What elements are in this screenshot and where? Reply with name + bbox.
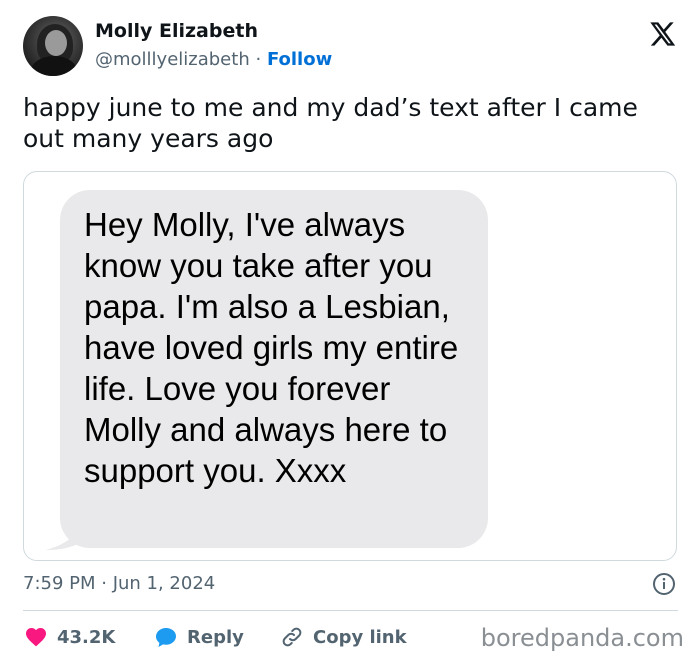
copy-link-button[interactable]: Copy link xyxy=(279,620,407,654)
heart-icon xyxy=(26,628,46,647)
action-bar: 43.2K Reply Copy link xyxy=(23,620,483,654)
author-handle[interactable]: @molllyelizabeth xyxy=(95,49,250,70)
reply-bubble-icon xyxy=(156,628,176,647)
like-count: 43.2K xyxy=(57,626,116,648)
avatar[interactable] xyxy=(23,16,83,76)
like-button[interactable]: 43.2K xyxy=(23,620,115,654)
follow-link[interactable]: Follow xyxy=(267,49,332,70)
author-handle-row: @molllyelizabeth · Follow xyxy=(95,49,332,70)
reply-button[interactable]: Reply xyxy=(153,620,244,654)
tweet-text: happy june to me and my dad’s text after… xyxy=(23,93,638,153)
reply-label: Reply xyxy=(187,626,244,648)
tweet-media[interactable]: Hey Molly, I've always know you take aft… xyxy=(23,171,677,561)
link-icon xyxy=(282,627,302,647)
message-bubble: Hey Molly, I've always know you take aft… xyxy=(60,190,488,548)
divider xyxy=(23,610,678,611)
tweet-header: Molly Elizabeth @molllyelizabeth · Follo… xyxy=(23,16,680,78)
author-name[interactable]: Molly Elizabeth xyxy=(95,20,258,42)
watermark: boredpanda.com xyxy=(480,624,684,652)
info-icon[interactable] xyxy=(652,572,676,596)
copy-link-label: Copy link xyxy=(313,626,407,648)
tweet-timestamp[interactable]: 7:59 PM · Jun 1, 2024 xyxy=(23,573,215,594)
bubble-tail xyxy=(46,516,86,550)
x-logo-icon[interactable] xyxy=(648,20,676,48)
separator: · xyxy=(255,49,262,70)
